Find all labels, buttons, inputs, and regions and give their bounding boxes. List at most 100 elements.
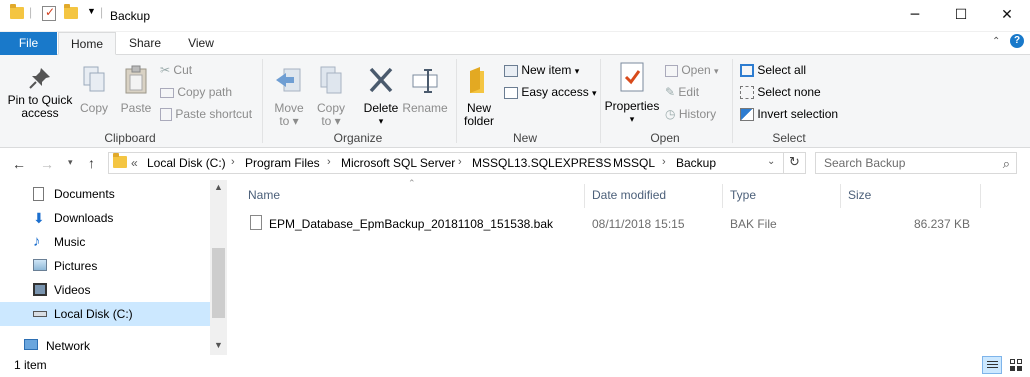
new-folder-quick-icon[interactable]	[64, 4, 78, 22]
invert-selection-icon	[740, 108, 754, 122]
paste-icon	[125, 65, 147, 94]
edit-button[interactable]: ✎ Edit	[665, 84, 699, 100]
chevron-right-icon[interactable]: ›	[458, 156, 462, 168]
tab-home[interactable]: Home	[58, 32, 116, 55]
column-separator[interactable]	[840, 184, 841, 208]
properties-quick-icon[interactable]: ✓	[42, 5, 56, 21]
column-separator[interactable]	[722, 184, 723, 208]
nav-label: Music	[54, 235, 86, 249]
easy-access-icon	[504, 86, 518, 99]
paste-shortcut-button[interactable]: Paste shortcut	[160, 106, 252, 122]
column-separator[interactable]	[584, 184, 585, 208]
select-none-button[interactable]: Select none	[740, 84, 821, 100]
breadcrumb-sql-server[interactable]: Microsoft SQL Server	[341, 156, 455, 170]
details-view-icon[interactable]	[982, 356, 1002, 374]
nav-label: Pictures	[54, 259, 98, 273]
pin-to-quick-access-button[interactable]: Pin to Quick access	[4, 65, 76, 120]
breadcrumb-mssql13[interactable]: MSSQL13.SQLEXPRESS	[472, 156, 611, 170]
column-header-size[interactable]: Size	[848, 188, 871, 202]
new-folder-button[interactable]: New folder	[460, 65, 498, 128]
move-to-icon	[276, 68, 301, 92]
copy-to-button[interactable]: Copy to ▾	[312, 65, 350, 128]
edit-icon: ✎	[665, 85, 676, 99]
paste-button[interactable]: Paste	[118, 65, 154, 115]
open-group-label: Open	[650, 131, 680, 145]
copy-path-icon	[160, 87, 174, 98]
rename-icon	[412, 69, 438, 93]
chevron-right-icon[interactable]: ›	[327, 156, 331, 168]
copy-path-button[interactable]: Copy path	[160, 84, 232, 100]
nav-item-downloads[interactable]: ⬇ Downloads	[0, 206, 210, 230]
copy-button[interactable]: Copy	[78, 65, 110, 115]
videos-icon	[33, 283, 47, 296]
forward-arrow-icon[interactable]: →	[40, 156, 54, 172]
nav-item-documents[interactable]: Documents	[0, 182, 210, 206]
select-all-button[interactable]: Select all	[740, 62, 806, 78]
maximize-button[interactable]: ☐	[938, 0, 984, 30]
recent-locations-icon[interactable]: ▾	[68, 157, 73, 168]
rename-button[interactable]: Rename	[402, 65, 448, 115]
scrollbar-thumb[interactable]	[212, 248, 225, 318]
separator: |	[100, 5, 104, 19]
scroll-down-icon[interactable]: ▼	[214, 340, 223, 350]
chevron-right-icon[interactable]: ›	[231, 156, 235, 168]
cut-button[interactable]: ✂ Cut	[160, 62, 192, 78]
nav-item-music[interactable]: ♪ Music	[0, 230, 210, 254]
invert-selection-button[interactable]: Invert selection	[740, 106, 838, 122]
pictures-icon	[33, 259, 47, 271]
address-dropdown-icon[interactable]: ⌄	[767, 156, 775, 167]
easy-access-button[interactable]: Easy access ▾	[504, 84, 597, 101]
file-size: 86.237 KB	[913, 217, 970, 231]
paste-label: Paste	[120, 101, 152, 115]
ribbon-tabs: File Home Share View ⌃ ?	[0, 32, 1030, 55]
tab-view[interactable]: View	[174, 32, 228, 55]
open-button[interactable]: Open ▾	[665, 62, 719, 79]
up-arrow-icon[interactable]: ↑	[88, 155, 95, 171]
column-separator[interactable]	[980, 184, 981, 208]
nav-item-videos[interactable]: Videos	[0, 278, 210, 302]
open-icon	[665, 64, 678, 77]
delete-button[interactable]: Delete ▾	[360, 65, 402, 128]
breadcrumb-overflow[interactable]: «	[131, 156, 138, 170]
tab-file[interactable]: File	[0, 32, 57, 55]
close-button[interactable]: ✕	[984, 0, 1030, 30]
history-label: History	[678, 107, 717, 121]
column-header-type[interactable]: Type	[730, 188, 756, 202]
paste-shortcut-label: Paste shortcut	[175, 107, 253, 121]
tab-share[interactable]: Share	[118, 32, 172, 55]
easy-access-label: Easy access	[521, 85, 589, 99]
history-button[interactable]: ◷ History	[665, 106, 716, 122]
move-to-button[interactable]: Move to ▾	[270, 65, 308, 128]
nav-item-local-disk[interactable]: Local Disk (C:)	[0, 302, 210, 326]
scroll-up-icon[interactable]: ▲	[214, 182, 223, 192]
collapse-ribbon-icon[interactable]: ⌃	[992, 36, 1000, 47]
chevron-right-icon[interactable]: ›	[599, 156, 603, 168]
search-box[interactable]: Search Backup ⌕	[815, 152, 1017, 174]
back-arrow-icon[interactable]: ←	[12, 156, 26, 172]
column-header-date[interactable]: Date modified	[592, 188, 666, 202]
minimize-button[interactable]: ─	[892, 0, 938, 30]
column-header-name[interactable]: Name	[248, 188, 280, 202]
music-note-icon: ♪	[33, 233, 41, 250]
table-row[interactable]: EPM_Database_EpmBackup_20181108_151538.b…	[242, 212, 984, 236]
breadcrumb-program-files[interactable]: Program Files	[245, 156, 320, 170]
breadcrumb-local-disk[interactable]: Local Disk (C:)	[147, 156, 226, 170]
nav-item-pictures[interactable]: Pictures	[0, 254, 210, 278]
refresh-icon[interactable]: ↻	[789, 154, 800, 170]
separator: |	[29, 5, 33, 19]
quick-access-dropdown-icon[interactable]: ▼	[87, 6, 96, 16]
select-all-icon	[740, 64, 754, 78]
chevron-right-icon[interactable]: ›	[662, 156, 666, 168]
breadcrumb-mssql[interactable]: MSSQL	[613, 156, 655, 170]
large-icons-view-icon[interactable]	[1006, 356, 1026, 374]
edit-label: Edit	[678, 85, 700, 99]
nav-scrollbar[interactable]: ▲ ▼	[210, 180, 227, 355]
new-item-button[interactable]: New item ▾	[504, 62, 579, 79]
breadcrumb-backup[interactable]: Backup	[676, 156, 716, 170]
address-bar[interactable]: « Local Disk (C:) › Program Files › Micr…	[108, 152, 806, 174]
properties-label: Properties	[604, 99, 660, 113]
copy-label: Copy	[79, 101, 108, 115]
properties-button[interactable]: Properties ▾	[604, 61, 660, 126]
download-arrow-icon: ⬇	[33, 210, 45, 226]
help-icon[interactable]: ?	[1010, 34, 1024, 48]
